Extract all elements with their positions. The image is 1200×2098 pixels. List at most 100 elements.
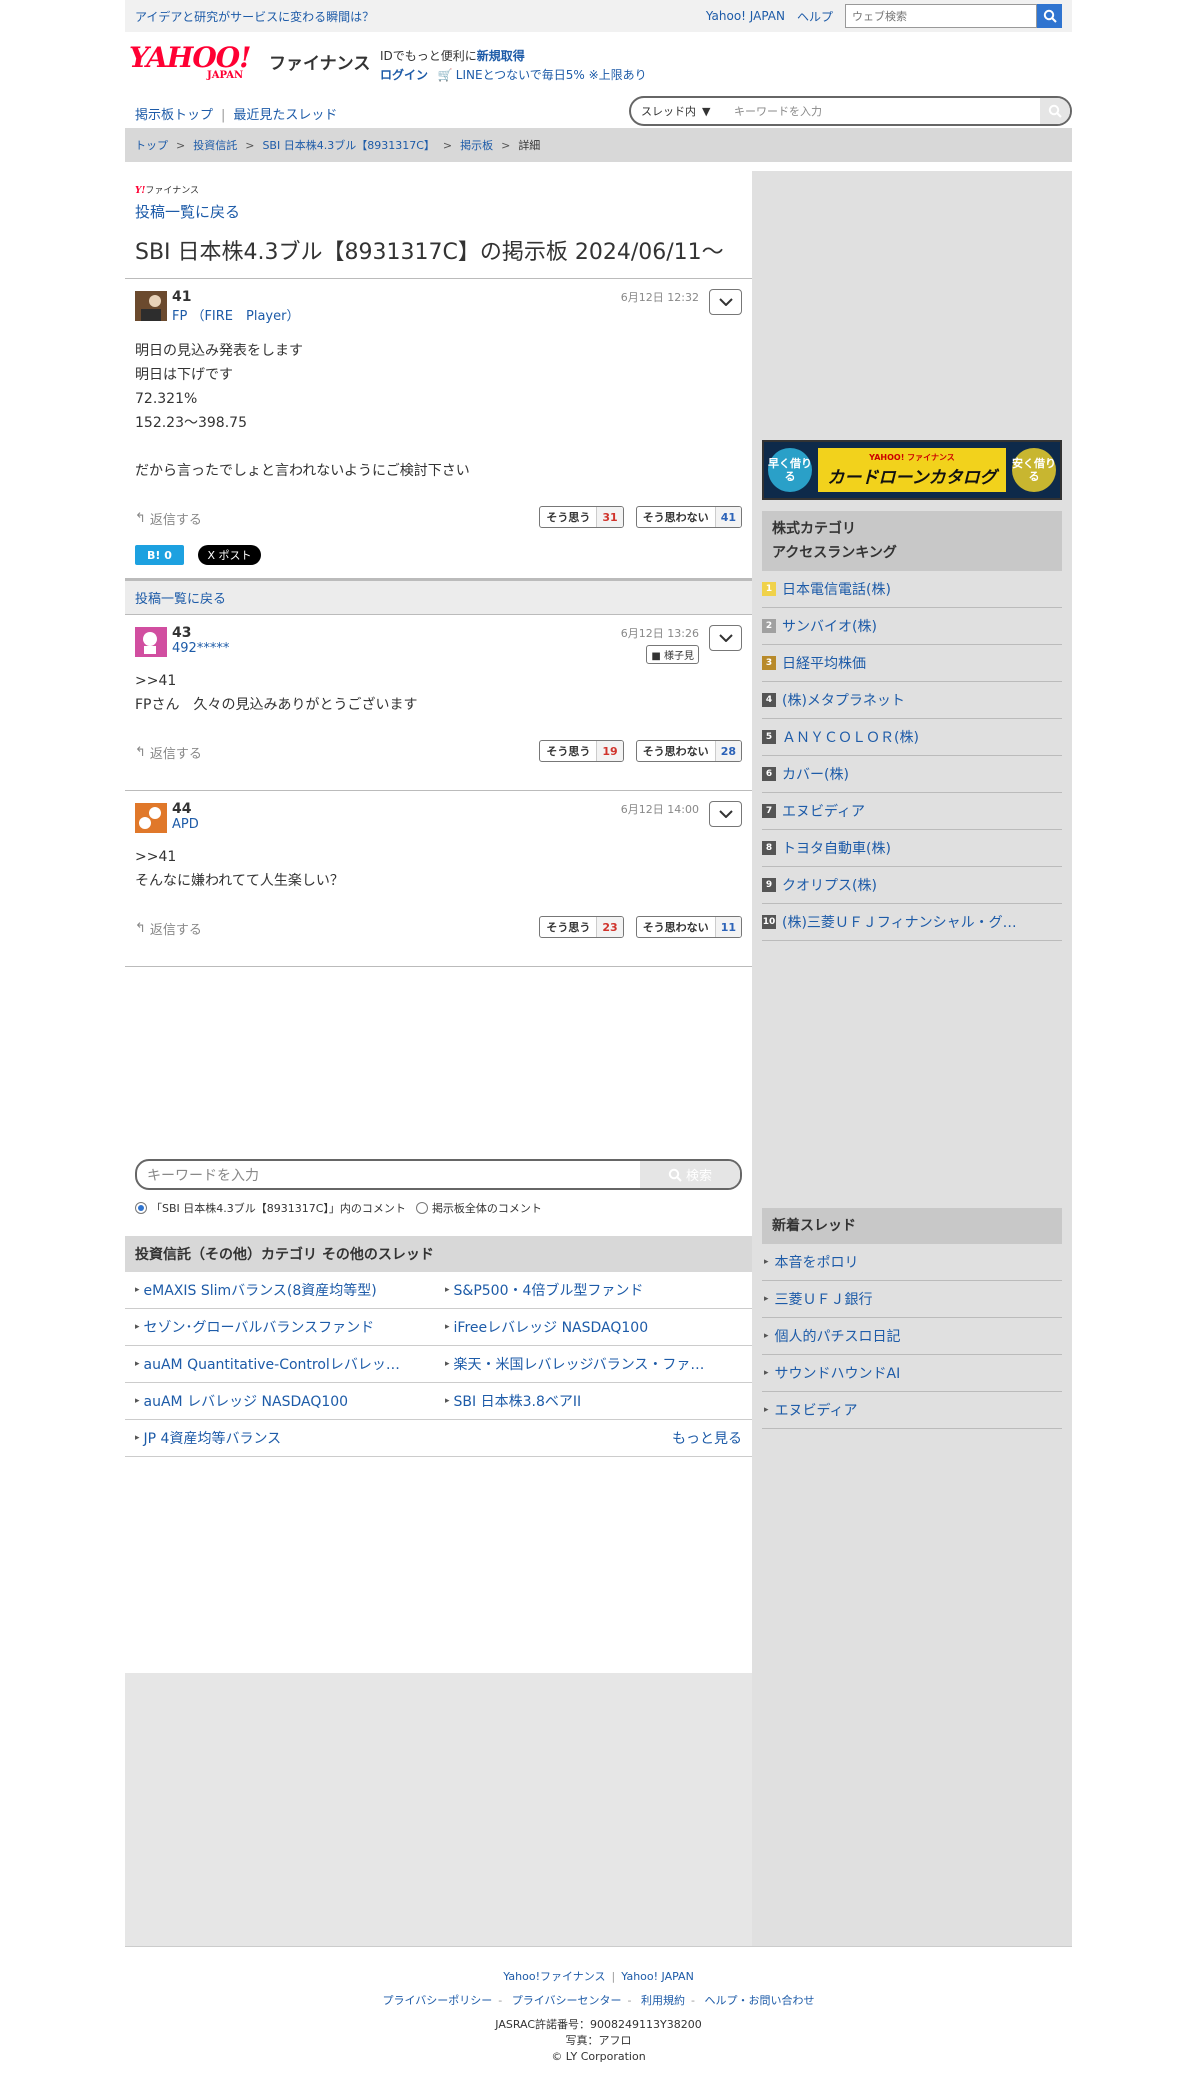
category-heading: 投資信託（その他）カテゴリ その他のスレッド [125,1236,752,1272]
breadcrumb-current: 詳細 [518,139,541,152]
reply-button[interactable]: ↰ 返信する [135,743,202,762]
category-item[interactable]: ▸ auAM Quantitative-Controlレバレッ… [135,1354,435,1374]
agree-button[interactable]: そう思う 19 [539,740,624,762]
card-loan-banner[interactable]: 早く借りる YAHOO! ファイナンス カードローンカタログ 安く借りる [762,440,1062,500]
disagree-button[interactable]: そう思わない 28 [635,740,742,762]
breadcrumb-top[interactable]: トップ [135,137,168,153]
ranking-item[interactable]: 3 日経平均株価 [762,645,1062,682]
reply-button[interactable]: ↰ 返信する [135,509,202,528]
terms-link[interactable]: 利用規約 [641,1994,685,2007]
post-author[interactable]: 492***** [172,641,229,656]
yahoo-japan-link[interactable]: Yahoo! JAPAN [706,9,785,23]
search-icon [668,1168,682,1182]
post-date: 6月12日 14:00 [620,803,699,816]
category-item[interactable]: ▸ eMAXIS Slimバランス(8資産均等型) [135,1280,435,1300]
finance-mini-logo: Y!ファイナンス [135,186,200,196]
search-scope-radios: 「SBI 日本株4.3ブル【8931317C】」内のコメント 掲示板全体のコメン… [135,1200,542,1216]
x-post-button[interactable]: X ポスト [198,545,261,565]
ranking-item[interactable]: 4 (株)メタプラネット [762,682,1062,719]
category-item[interactable]: ▸ auAM レバレッジ NASDAQ100 [135,1391,435,1411]
banner-left-badge: 早く借りる [768,448,812,492]
post-menu-button[interactable] [709,801,742,827]
header: YAHOO! JAPAN ファイナンス IDでもっと便利に新規取得 ログイン 🛒… [125,32,1072,92]
web-search-button[interactable] [1037,4,1062,28]
yahoo-logo[interactable]: YAHOO! JAPAN [129,44,269,84]
post-number[interactable]: 41 [172,289,191,305]
register-link[interactable]: 新規取得 [477,49,525,63]
category-item[interactable]: ▸ SBI 日本株3.8ベアII [445,1391,745,1411]
finance-logo-text[interactable]: ファイナンス [269,49,370,74]
new-thread-item[interactable]: ▸ 個人的パチスロ日記 [762,1318,1062,1355]
login-link[interactable]: ログイン [380,68,428,82]
footer-finance-link[interactable]: Yahoo!ファイナンス [503,1970,605,1983]
ranking-item[interactable]: 7 エヌビディア [762,793,1062,830]
ranking-item[interactable]: 10 (株)三菱ＵＦＪフィナンシャル・グ… [762,904,1062,941]
hatena-bookmark-button[interactable]: B! 0 [135,545,184,565]
radio-thread[interactable]: 「SBI 日本株4.3ブル【8931317C】」内のコメント [135,1200,406,1216]
category-threads: 投資信託（その他）カテゴリ その他のスレッド ▸ eMAXIS Slimバランス(… [125,1236,752,1457]
post-date: 6月12日 13:26 [620,627,699,640]
disagree-button[interactable]: そう思わない 11 [635,916,742,938]
main-column: Y!ファイナンス 投稿一覧に戻る SBI 日本株4.3ブル【8931317C】の… [125,171,752,967]
privacy-center-link[interactable]: プライバシーセンター [512,1994,622,2007]
thread-search-button[interactable] [1040,98,1070,124]
photo-credit: 写真：アフロ [565,2034,632,2047]
back-to-list-link[interactable]: 投稿一覧に戻る [135,203,240,221]
caret-down-icon: ▼ [702,104,711,118]
agree-button[interactable]: そう思う 23 [539,916,624,938]
post-menu-button[interactable] [709,625,742,651]
help-contact-link[interactable]: ヘルプ・お問い合わせ [705,1994,815,2007]
post-number[interactable]: 44 [172,801,191,817]
avatar[interactable] [135,291,167,321]
nav-links: 掲示板トップ | 最近見たスレッド [135,108,338,123]
web-search-input[interactable] [845,4,1037,28]
ranking-item[interactable]: 9 クオリプス(株) [762,867,1062,904]
board-nav: 掲示板トップ | 最近見たスレッド スレッド内 ▼ キーワードを入力 [125,92,1072,128]
avatar[interactable] [135,803,167,833]
agree-button[interactable]: そう思う 31 [539,506,624,528]
post-author[interactable]: APD [172,817,199,832]
privacy-policy-link[interactable]: プライバシーポリシー [382,1994,492,2007]
search-scope-select[interactable]: スレッド内 ▼ [631,103,726,119]
avatar[interactable] [135,627,167,657]
logo-japan: JAPAN [207,70,244,81]
new-thread-item[interactable]: ▸ 三菱ＵＦＪ銀行 [762,1281,1062,1318]
post-44: 44 APD 6月12日 14:00 >>41 そんなに嫌われてて人生楽しい？ … [125,791,752,967]
category-item[interactable]: ▸ セゾン･グローバルバランスファンド [135,1317,435,1337]
breadcrumb-fund[interactable]: SBI 日本株4.3ブル【8931317C】 [262,137,434,153]
breadcrumb-funds[interactable]: 投資信託 [193,137,237,153]
ranking-item[interactable]: 1 日本電信電話(株) [762,571,1062,608]
post-number[interactable]: 43 [172,625,191,641]
thread-search: スレッド内 ▼ キーワードを入力 [629,96,1072,126]
recent-threads-link[interactable]: 最近見たスレッド [233,108,337,123]
new-thread-item[interactable]: ▸ サウンドハウンドAI [762,1355,1062,1392]
keyword-search-input[interactable]: キーワードを入力 [137,1161,640,1188]
keyword-search-button[interactable]: 検索 [640,1161,740,1188]
thread-search-input[interactable]: キーワードを入力 [726,103,1040,119]
new-thread-item[interactable]: ▸ エヌビディア [762,1392,1062,1429]
ranking-item[interactable]: 6 カバー(株) [762,756,1062,793]
help-link[interactable]: ヘルプ [797,8,833,25]
category-item[interactable]: ▸ 楽天・米国レバレッジバランス・ファ… [445,1354,745,1374]
category-item[interactable]: ▸ iFreeレバレッジ NASDAQ100 [445,1317,745,1337]
reply-button[interactable]: ↰ 返信する [135,919,202,938]
footer-yahoo-link[interactable]: Yahoo! JAPAN [621,1970,694,1983]
new-thread-item[interactable]: ▸ 本音をポロリ [762,1244,1062,1281]
more-link[interactable]: もっと見る [672,1428,742,1448]
breadcrumb-board[interactable]: 掲示板 [460,137,493,153]
promo-link[interactable]: アイデアと研究がサービスに変わる瞬間は？ [135,8,374,25]
page: アイデアと研究がサービスに変わる瞬間は？ Yahoo! JAPAN ヘルプ YA… [125,0,1072,2063]
ranking-item[interactable]: 8 トヨタ自動車(株) [762,830,1062,867]
ranking-item[interactable]: 2 サンバイオ(株) [762,608,1062,645]
board-top-link[interactable]: 掲示板トップ [135,108,213,123]
post-author[interactable]: FP （FIRE Player） [172,305,299,324]
ranking-item[interactable]: 5 ＡＮＹＣＯＬＯＲ(株) [762,719,1062,756]
back-to-list-link-2[interactable]: 投稿一覧に戻る [135,588,226,607]
category-item[interactable]: ▸ S&P500・4倍ブル型ファンド [445,1280,745,1300]
votes: そう思う 23 そう思わない 11 [539,916,742,938]
post-menu-button[interactable] [709,289,742,315]
line-promo-link[interactable]: LINEとつないで毎日5% ※上限あり [456,68,647,82]
category-item[interactable]: ▸ JP 4資産均等バランス [135,1428,435,1448]
radio-all[interactable]: 掲示板全体のコメント [415,1200,542,1216]
disagree-button[interactable]: そう思わない 41 [635,506,742,528]
